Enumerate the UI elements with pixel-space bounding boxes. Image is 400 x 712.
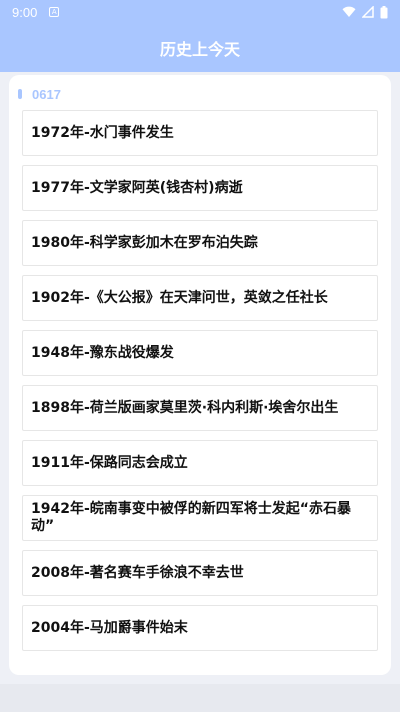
- date-marker: [18, 89, 22, 99]
- signal-icon: [362, 6, 374, 18]
- list-item[interactable]: 1902年-《大公报》在天津问世，英敛之任社长: [22, 275, 378, 321]
- battery-icon: [380, 5, 388, 18]
- status-bar: 9:00 A: [0, 0, 400, 24]
- list-item[interactable]: 1972年-水门事件发生: [22, 110, 378, 156]
- status-icons: [342, 5, 388, 19]
- events-card: 0617 1972年-水门事件发生 1977年-文学家阿英(钱杏村)病逝 198…: [9, 75, 391, 675]
- list-item[interactable]: 1980年-科学家彭加木在罗布泊失踪: [22, 220, 378, 266]
- list-item[interactable]: 1942年-皖南事变中被俘的新四军将士发起“赤石暴动”: [22, 495, 378, 541]
- event-title: 1942年-皖南事变中被俘的新四军将士发起“赤石暴动”: [31, 501, 351, 534]
- event-title: 2004年-马加爵事件始末: [31, 619, 188, 636]
- app-bar: 历史上今天: [0, 24, 400, 72]
- list-item[interactable]: 2004年-马加爵事件始末: [22, 605, 378, 651]
- bottom-background: [0, 684, 400, 712]
- page-title: 历史上今天: [159, 40, 240, 59]
- event-title: 1980年-科学家彭加木在罗布泊失踪: [31, 234, 258, 251]
- event-title: 2008年-著名赛车手徐浪不幸去世: [31, 564, 244, 581]
- list-item[interactable]: 1898年-荷兰版画家莫里茨·科内利斯·埃舍尔出生: [22, 385, 378, 431]
- event-title: 1948年-豫东战役爆发: [31, 344, 174, 361]
- event-title: 1902年-《大公报》在天津问世，英敛之任社长: [31, 289, 328, 306]
- wifi-icon: [342, 6, 356, 17]
- event-title: 1911年-保路同志会成立: [31, 454, 188, 471]
- date-header: 0617: [18, 85, 61, 103]
- event-title: 1977年-文学家阿英(钱杏村)病逝: [31, 179, 243, 196]
- date-label: 0617: [32, 86, 61, 102]
- a-notification-icon: A: [49, 7, 60, 17]
- status-time: 9:00: [12, 4, 38, 20]
- event-title: 1898年-荷兰版画家莫里茨·科内利斯·埃舍尔出生: [31, 399, 339, 416]
- event-title: 1972年-水门事件发生: [31, 124, 174, 141]
- event-list: 1972年-水门事件发生 1977年-文学家阿英(钱杏村)病逝 1980年-科学…: [22, 110, 378, 660]
- list-item[interactable]: 1948年-豫东战役爆发: [22, 330, 378, 376]
- list-item[interactable]: 2008年-著名赛车手徐浪不幸去世: [22, 550, 378, 596]
- list-item[interactable]: 1977年-文学家阿英(钱杏村)病逝: [22, 165, 378, 211]
- list-item[interactable]: 1911年-保路同志会成立: [22, 440, 378, 486]
